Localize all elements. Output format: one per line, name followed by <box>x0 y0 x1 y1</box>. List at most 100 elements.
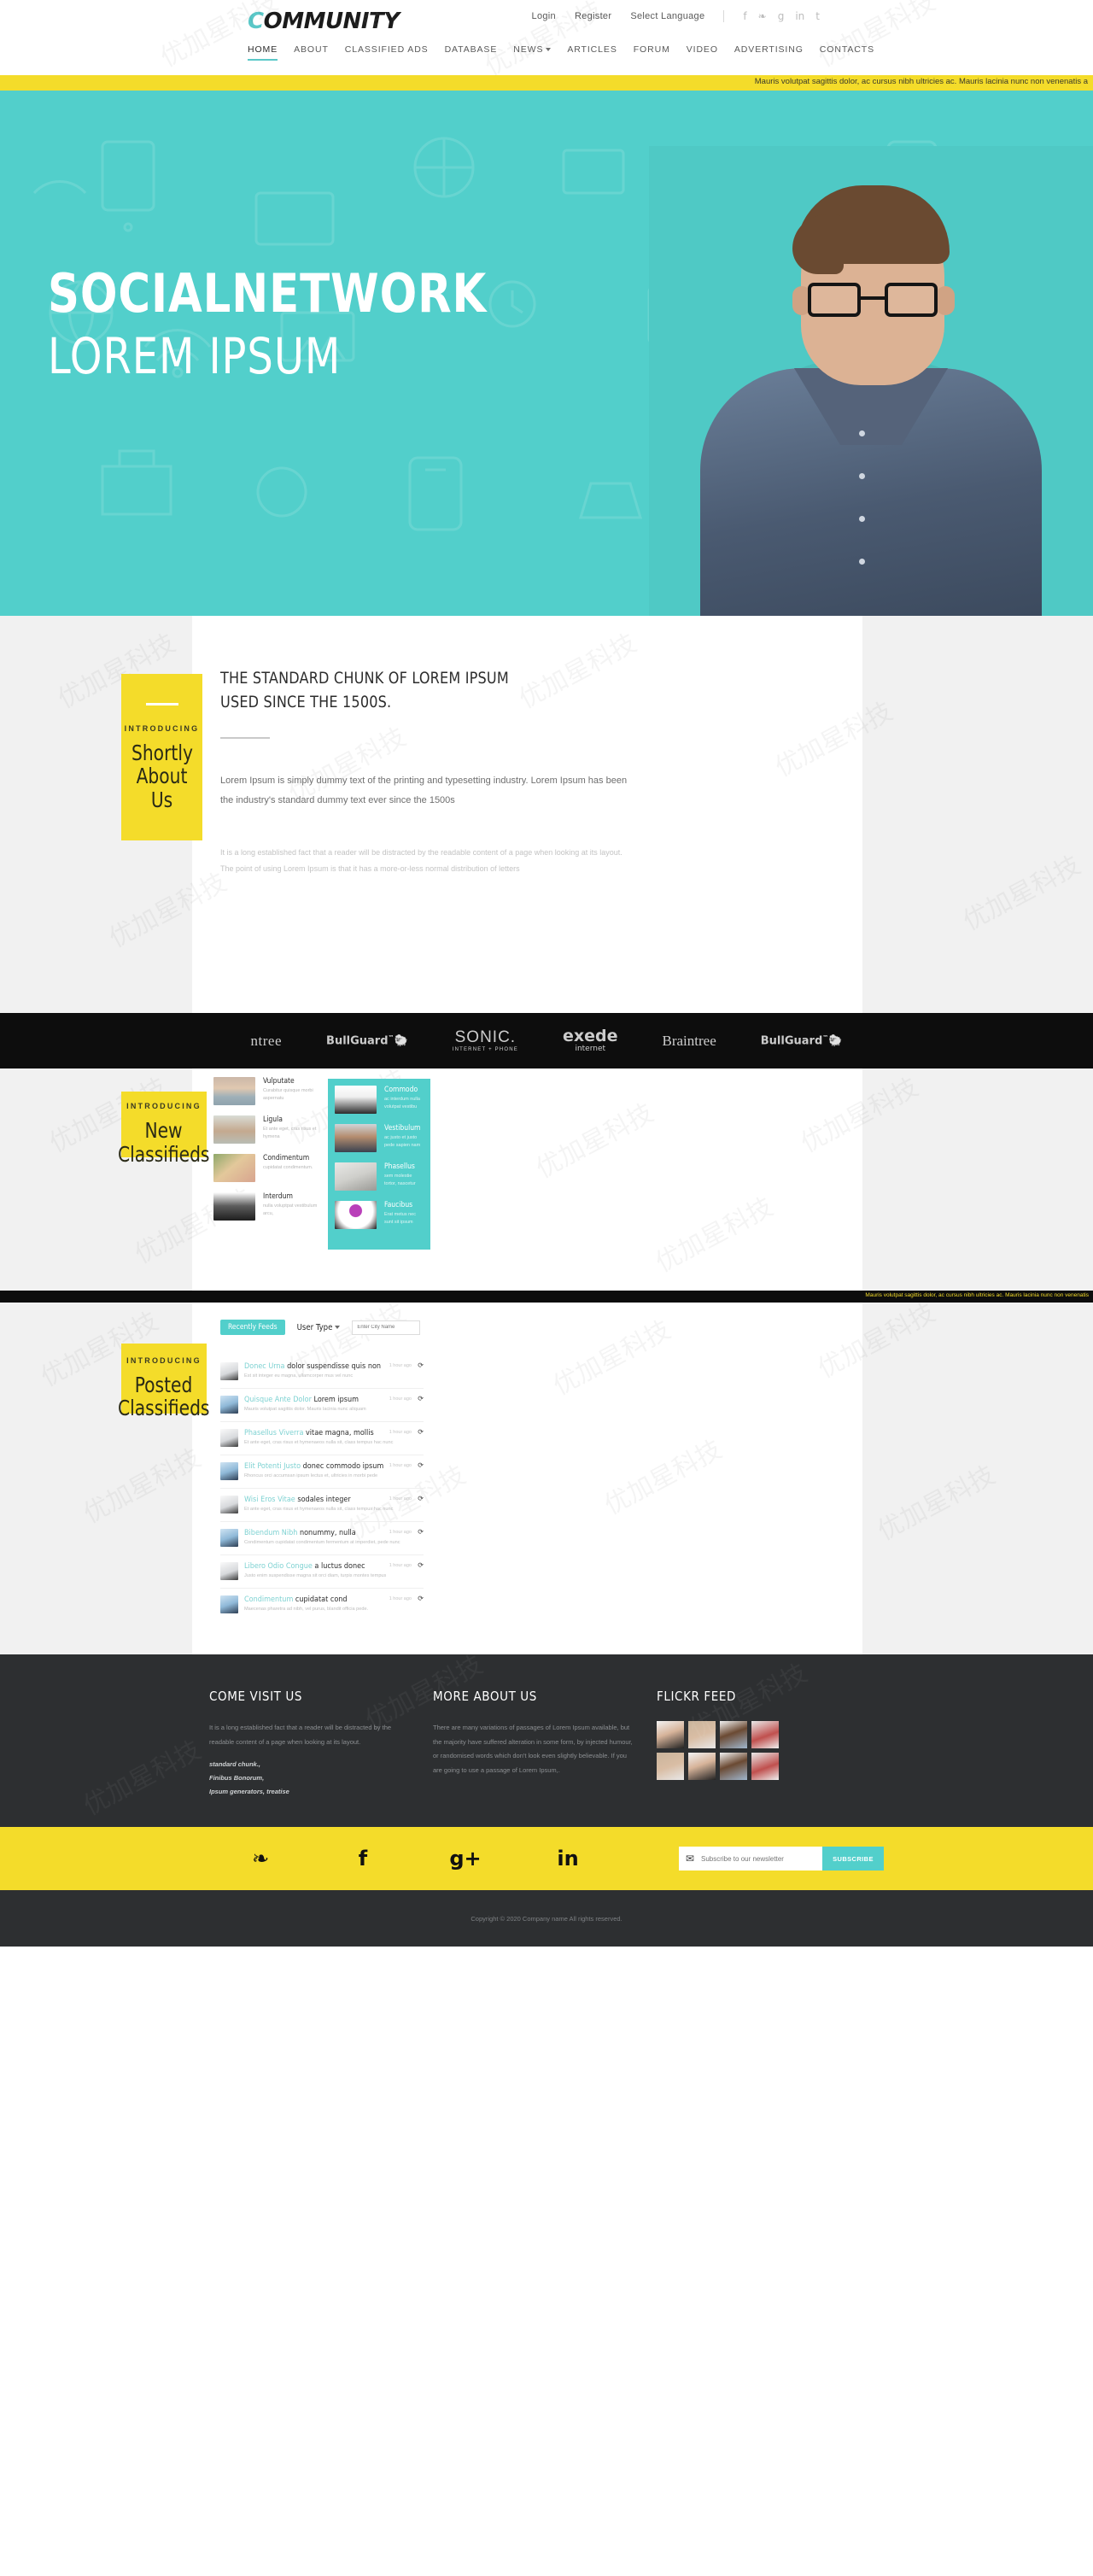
user-type-dropdown[interactable]: User Type <box>297 1323 341 1332</box>
city-input[interactable] <box>352 1320 421 1335</box>
list-item[interactable]: Vestibulum ac justo et justo pede sapien … <box>335 1124 424 1152</box>
chevron-down-icon <box>546 48 552 52</box>
item-title: Vestibulum <box>384 1124 421 1133</box>
man-glasses-photo-1[interactable] <box>657 1721 684 1748</box>
feed-link[interactable]: Libero Odio Congue <box>244 1562 313 1571</box>
avatar <box>220 1562 238 1580</box>
refresh-icon[interactable]: ⟳ <box>418 1561 424 1569</box>
refresh-icon[interactable]: ⟳ <box>418 1495 424 1502</box>
footer-title-visit: COME VISIT US <box>209 1689 303 1704</box>
feed-title-rest: nonummy, nulla <box>299 1529 356 1537</box>
refresh-icon[interactable]: ⟳ <box>418 1395 424 1402</box>
list-item[interactable]: Wisi Eros Vitae sodales integer Et ante e… <box>220 1489 424 1522</box>
nav-item-about[interactable]: ABOUT <box>294 44 329 59</box>
facebook-icon[interactable]: f <box>743 10 746 22</box>
newsletter-input[interactable] <box>701 1847 822 1871</box>
twitter-icon[interactable]: ❧ <box>209 1847 312 1871</box>
woman-laptop-photo <box>335 1086 377 1114</box>
nav-item-forum[interactable]: FORUM <box>634 44 670 59</box>
list-item[interactable]: Donec Urna dolor suspendisse quis non Est… <box>220 1355 424 1389</box>
feed-link[interactable]: Quisque Ante Dolor <box>244 1396 312 1404</box>
list-item[interactable]: Condimentum cupidatat cond Maecenas phare… <box>220 1589 424 1621</box>
man-stripes-photo-3[interactable] <box>720 1753 747 1780</box>
list-item[interactable]: Phasellus sem molestie tortor, nascetur <box>335 1162 424 1191</box>
refresh-icon[interactable]: ⟳ <box>418 1595 424 1602</box>
googleplus-icon[interactable]: g+ <box>414 1847 517 1871</box>
facebook-icon[interactable]: f <box>312 1847 414 1871</box>
man-stripes-photo-3[interactable] <box>720 1721 747 1748</box>
nav-item-database[interactable]: DATABASE <box>445 44 498 59</box>
login-link[interactable]: Login <box>532 11 556 21</box>
girl-outdoor-photo <box>213 1154 255 1182</box>
item-title: Commodo <box>384 1086 418 1094</box>
avatar <box>220 1496 238 1513</box>
list-item[interactable]: Interdum nulla voluptpat vestibulum arcu, <box>213 1192 324 1221</box>
feed-sub: Mauris volutpat sagittis dolor. Mauris l… <box>244 1407 366 1412</box>
about-divider <box>220 737 270 739</box>
refresh-icon[interactable]: ⟳ <box>418 1428 424 1436</box>
item-desc: ac justo et justo pede sapien nam <box>384 1135 421 1149</box>
refresh-icon[interactable]: ⟳ <box>418 1528 424 1536</box>
feed-link[interactable]: Phasellus Viverra <box>244 1429 303 1437</box>
footer-body-about: There are many variations of passages of… <box>433 1724 633 1774</box>
refresh-icon[interactable]: ⟳ <box>418 1361 424 1369</box>
list-item[interactable]: Quisque Ante Dolor Lorem ipsum Mauris vol… <box>220 1389 424 1422</box>
list-item[interactable]: Faucibus Erat metus nec sunt sit ipsum <box>335 1201 424 1229</box>
header-social-icons: f ❧ g in t <box>743 10 820 22</box>
feed-link[interactable]: Condimentum <box>244 1595 293 1604</box>
item-title: Ligula <box>263 1115 283 1124</box>
googleplus-icon[interactable]: g <box>778 10 785 22</box>
nav-label: NEWS <box>513 44 544 55</box>
list-item[interactable]: Condimentum cupidatat condimentum. <box>213 1154 324 1182</box>
subscribe-button[interactable]: SUBSCRIBE <box>822 1847 884 1871</box>
copyright-bar: 优加星科技 优加星科技 优加星科技 优加星科技 Copyright © 2020… <box>0 0 1093 1947</box>
list-item[interactable]: Vulputate Curabitur quisque morbi asperna… <box>213 1077 324 1105</box>
exede-text: exede <box>563 1027 618 1045</box>
site-logo[interactable]: COMMUNITY <box>248 9 400 34</box>
nav-item-video[interactable]: VIDEO <box>687 44 718 59</box>
young-man-photo-2[interactable] <box>688 1721 716 1748</box>
list-item[interactable]: Commodo ac interdum nulla volutpat vestib… <box>335 1086 424 1114</box>
newsletter-form: ✉ SUBSCRIBE <box>679 1847 884 1871</box>
feed-link[interactable]: Donec Urna <box>244 1362 285 1371</box>
footer-emphasis-visit: standard chunk., Finibus Bonorum, Ipsum … <box>209 1758 409 1798</box>
partner-logos-bar: ntree BullGuard™🐑 SONIC. INTERNET + PHONE… <box>0 1013 1093 1068</box>
list-item[interactable]: Phasellus Viverra vitae magna, mollis Et … <box>220 1422 424 1455</box>
man-glasses-photo-1[interactable] <box>688 1753 716 1780</box>
person-writing-photo-4[interactable] <box>751 1721 779 1748</box>
nav-item-classified-ads[interactable]: CLASSIFIED ADS <box>345 44 429 59</box>
register-link[interactable]: Register <box>575 11 611 21</box>
linkedin-icon[interactable]: in <box>517 1847 619 1871</box>
person-writing-photo-4[interactable] <box>751 1753 779 1780</box>
list-item[interactable]: Ligula Et ante eget, cras risus et hymena <box>213 1115 324 1144</box>
feed-link[interactable]: Elit Potenti Justo <box>244 1462 301 1471</box>
nav-item-home[interactable]: HOME <box>248 44 278 61</box>
feed-sub: Et ante eget, cras risus et hymenaeos nu… <box>244 1440 394 1445</box>
nav-item-articles[interactable]: ARTICLES <box>567 44 617 59</box>
posted-classifieds-section: 优加星科技 优加星科技 优加星科技 优加星科技 优加星科技 优加星科技 优加星科… <box>0 1297 1093 1654</box>
tab-recently-feeds[interactable]: Recently Feeds <box>220 1320 285 1335</box>
tumblr-icon[interactable]: t <box>815 10 820 22</box>
feed-link[interactable]: Wisi Eros Vitae <box>244 1496 295 1504</box>
list-item[interactable]: Libero Odio Congue a luctus donec Justo e… <box>220 1555 424 1589</box>
bullguard-text: BullGuard <box>326 1034 389 1048</box>
feed-link[interactable]: Bibendum Nibh <box>244 1529 297 1537</box>
list-item[interactable]: Elit Potenti Justo donec commodo ipsum Rh… <box>220 1455 424 1489</box>
linkedin-icon[interactable]: in <box>795 10 804 22</box>
nav-item-contacts[interactable]: CONTACTS <box>820 44 874 59</box>
nav-item-advertising[interactable]: ADVERTISING <box>734 44 804 59</box>
young-man-photo-2[interactable] <box>657 1753 684 1780</box>
nav-item-news[interactable]: NEWS <box>513 44 552 59</box>
avatar <box>220 1462 238 1480</box>
twitter-icon[interactable]: ❧ <box>758 10 767 22</box>
classifieds-featured-panel: Commodo ac interdum nulla volutpat vestib… <box>328 1079 430 1250</box>
refresh-icon[interactable]: ⟳ <box>418 1461 424 1469</box>
classifieds-intro-card: INTRODUCING New Classifieds <box>118 1092 210 1166</box>
select-language-link[interactable]: Select Language <box>630 11 704 21</box>
footer-title-about: MORE ABOUT US <box>433 1689 537 1704</box>
item-desc: Curabitur quisque morbi aspernatu <box>263 1088 313 1102</box>
flickr-feed-grid <box>657 1721 860 1780</box>
list-item[interactable]: Bibendum Nibh nonummy, nulla Condimentum … <box>220 1522 424 1555</box>
avatar <box>220 1595 238 1613</box>
ticker-text: Mauris volutpat sagittis dolor, ac cursu… <box>754 77 1088 86</box>
